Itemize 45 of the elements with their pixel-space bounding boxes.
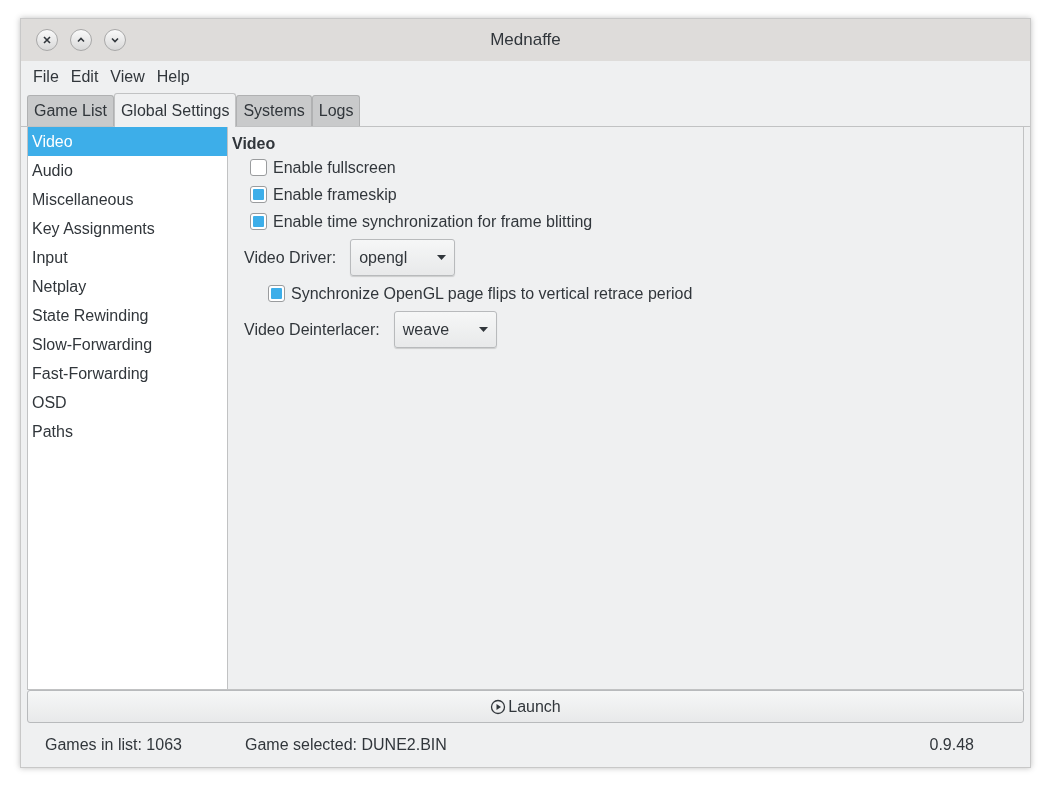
window-title: Mednaffe bbox=[490, 29, 561, 52]
maximize-button[interactable] bbox=[70, 29, 92, 51]
menu-item[interactable]: Edit bbox=[70, 65, 99, 89]
menu-item[interactable]: View bbox=[110, 65, 145, 89]
sidebar-item[interactable]: State Rewinding bbox=[28, 301, 227, 330]
menu-item[interactable]: File bbox=[33, 65, 59, 89]
sidebar-item[interactable]: Miscellaneous bbox=[28, 185, 227, 214]
checkbox[interactable] bbox=[250, 159, 267, 176]
version-text: 0.9.48 bbox=[929, 735, 975, 755]
close-icon bbox=[42, 35, 52, 45]
sidebar-item[interactable]: Input bbox=[28, 243, 227, 272]
sidebar-item[interactable]: Slow-Forwarding bbox=[28, 330, 227, 359]
sidebar-item[interactable]: OSD bbox=[28, 388, 227, 417]
minimize-button[interactable] bbox=[104, 29, 126, 51]
sidebar-item[interactable]: Audio bbox=[28, 156, 227, 185]
sidebar-item[interactable]: Paths bbox=[28, 417, 227, 446]
status-text: Games in list: 1063 bbox=[45, 735, 183, 755]
sidebar-item[interactable]: Key Assignments bbox=[28, 214, 227, 243]
checkbox[interactable] bbox=[268, 285, 285, 302]
dropdown[interactable]: weave bbox=[393, 311, 498, 348]
field-label: Video Driver: bbox=[244, 247, 337, 268]
tab[interactable]: Game List bbox=[27, 95, 114, 126]
play-icon bbox=[490, 698, 507, 715]
tab[interactable]: Logs bbox=[311, 95, 361, 126]
tab[interactable]: Global Settings bbox=[113, 93, 237, 127]
checkbox-label: Enable fullscreen bbox=[273, 157, 396, 178]
tab[interactable]: Systems bbox=[236, 95, 312, 126]
section-title: Video bbox=[232, 134, 277, 154]
checkbox[interactable] bbox=[250, 213, 267, 230]
menu-item[interactable]: Help bbox=[156, 65, 190, 89]
launch-button[interactable]: Launch bbox=[27, 690, 1024, 723]
field-label: Video Deinterlacer: bbox=[244, 319, 380, 340]
chevron-up-icon bbox=[76, 35, 86, 45]
close-button[interactable] bbox=[36, 29, 58, 51]
checkbox-label: Enable time synchronization for frame blitting bbox=[273, 211, 593, 232]
checkbox-label: Enable frameskip bbox=[273, 184, 397, 205]
checkbox-label: Synchronize OpenGL page flips to vertical retrace period bbox=[291, 283, 693, 304]
status-text: Game selected: DUNE2.BIN bbox=[245, 735, 448, 755]
caret-icon bbox=[479, 327, 489, 332]
caret-icon bbox=[437, 255, 447, 260]
chevron-down-icon bbox=[110, 35, 120, 45]
dropdown[interactable]: opengl bbox=[350, 239, 456, 276]
sidebar-item[interactable]: Fast-Forwarding bbox=[28, 359, 227, 388]
sidebar-item[interactable]: Netplay bbox=[28, 272, 227, 301]
checkbox[interactable] bbox=[250, 186, 267, 203]
